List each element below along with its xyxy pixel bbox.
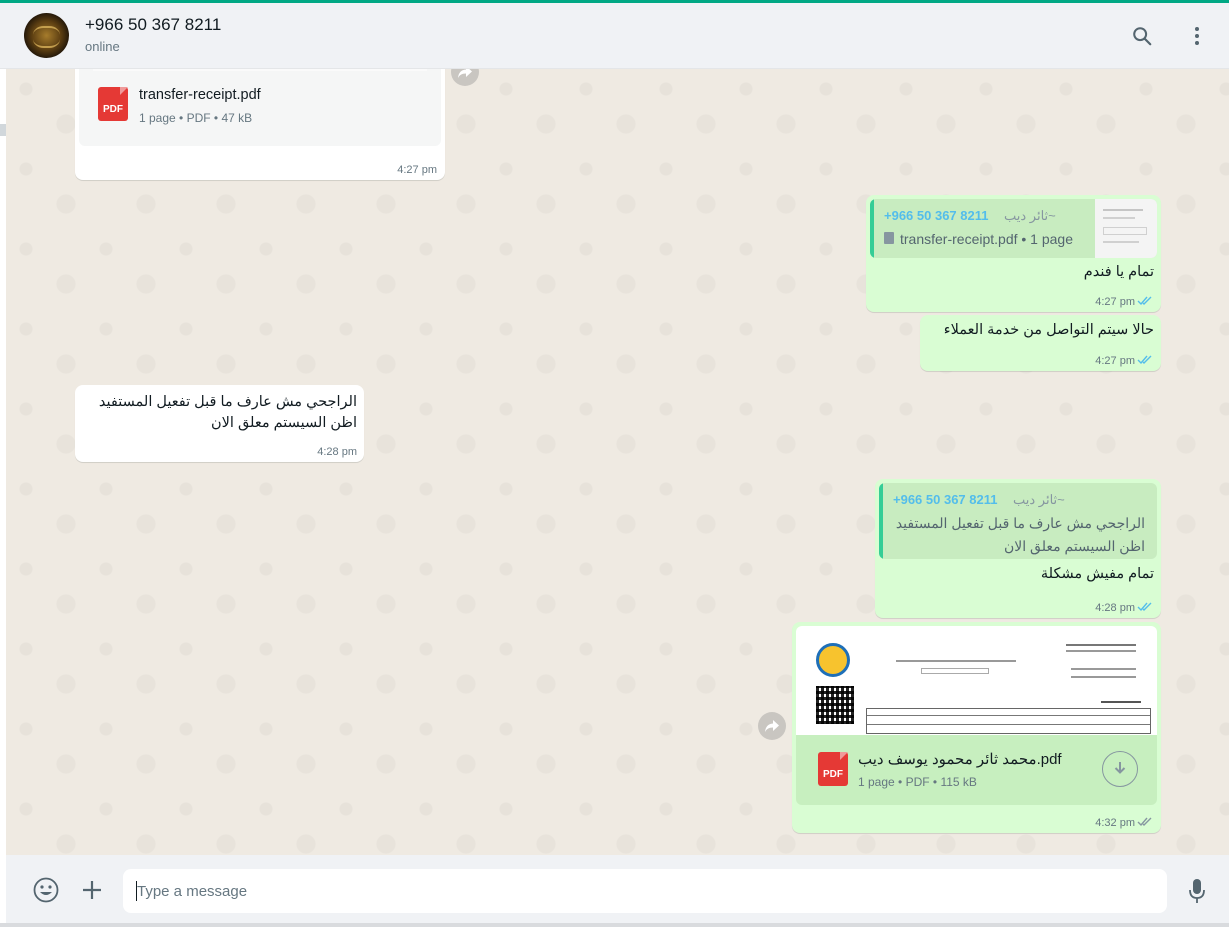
message-text: حالا سيتم التواصل من خدمة العملاء [943, 322, 1154, 338]
file-name: محمد ثائر محمود يوسف ديب.pdf [858, 751, 1062, 768]
file-size: 47 kB [221, 111, 253, 125]
quote-file: transfer-receipt.pdf • 1 page [900, 231, 1073, 247]
quoted-message[interactable]: +966 50 367 8211 ~ثائر ديب الراجحي مش عا… [879, 483, 1157, 559]
chat-area[interactable]: PDF transfer-receipt.pdf 1 page • PDF • … [6, 69, 1229, 855]
file-card[interactable]: PDF محمد ثائر محمود يوسف ديب.pdf 1 page … [796, 735, 1157, 805]
chat-header[interactable]: +966 50 367 8211 online [0, 3, 1229, 69]
download-icon[interactable] [1102, 751, 1138, 787]
plus-icon[interactable] [80, 878, 104, 902]
quote-thumbnail [1095, 199, 1157, 258]
qr-code [816, 686, 854, 724]
file-type: PDF [186, 111, 211, 125]
quote-bar [870, 199, 874, 258]
message-outgoing-text[interactable]: حالا سيتم التواصل من خدمة العملاء 4:27 p… [920, 315, 1161, 371]
avatar[interactable] [24, 13, 69, 58]
search-icon[interactable] [1129, 23, 1155, 49]
quote-text-line-2: اظن السيستم معلق الان [1004, 538, 1145, 554]
message-outgoing-reply[interactable]: +966 50 367 8211 ~ثائر ديب الراجحي مش عا… [875, 479, 1161, 618]
quote-name: ~ثائر ديب [1004, 208, 1056, 223]
contact-name[interactable]: +966 50 367 8211 [85, 15, 221, 35]
message-text-line-2: اظن السيستم معلق الان [210, 415, 357, 431]
read-ticks-icon [1137, 355, 1152, 365]
message-text-line-1: الراجحي مش عارف ما قبل تفعيل المستفيد [98, 394, 357, 410]
pdf-icon: PDF [818, 752, 848, 786]
emoji-icon[interactable] [32, 876, 60, 904]
message-text: تمام يا فندم [1083, 264, 1154, 280]
quote-phone: +966 50 367 8211 [893, 492, 998, 507]
quoted-message[interactable]: +966 50 367 8211 ~ثائر ديب transfer-rece… [870, 199, 1157, 258]
message-time: 4:32 pm [1095, 817, 1135, 829]
message-time: 4:27 pm [397, 164, 437, 176]
file-card[interactable]: PDF transfer-receipt.pdf 1 page • PDF • … [79, 69, 441, 146]
read-ticks-icon [1137, 296, 1152, 306]
message-time: 4:27 pm [1095, 355, 1135, 367]
read-ticks-icon [1137, 602, 1152, 612]
message-text: تمام مفيش مشكلة [1040, 566, 1154, 582]
text-caret [136, 881, 137, 901]
quote-text-line-1: الراجحي مش عارف ما قبل تفعيل المستفيد [895, 515, 1145, 531]
file-size: 115 kB [940, 775, 977, 789]
document-icon [884, 232, 894, 244]
kebab-menu-icon[interactable] [1184, 23, 1210, 49]
pdf-icon: PDF [98, 87, 128, 121]
message-input[interactable] [123, 869, 1167, 913]
message-time: 4:28 pm [317, 446, 357, 458]
quote-phone: +966 50 367 8211 [884, 208, 989, 223]
file-meta: 1 page • PDF • 47 kB [139, 111, 253, 125]
window-bottom-edge [0, 923, 1229, 927]
forward-icon[interactable] [758, 712, 786, 740]
message-time: 4:28 pm [1095, 602, 1135, 614]
file-type: PDF [905, 775, 930, 789]
message-time: 4:27 pm [1095, 296, 1135, 308]
file-meta: 1 page • PDF • 115 kB [858, 775, 977, 789]
logo-icon [816, 643, 850, 677]
message-outgoing-file[interactable]: PDF محمد ثائر محمود يوسف ديب.pdf 1 page … [792, 622, 1161, 833]
message-incoming-file[interactable]: PDF transfer-receipt.pdf 1 page • PDF • … [75, 69, 445, 180]
contact-status: online [85, 39, 120, 54]
file-pages: 1 page [858, 775, 895, 789]
file-name: transfer-receipt.pdf [139, 87, 261, 103]
message-outgoing-reply[interactable]: +966 50 367 8211 ~ثائر ديب transfer-rece… [866, 195, 1161, 312]
delivered-ticks-icon [1137, 817, 1152, 827]
quote-bar [879, 483, 883, 559]
pdf-preview[interactable] [796, 626, 1157, 735]
message-incoming-text[interactable]: الراجحي مش عارف ما قبل تفعيل المستفيد اظ… [75, 385, 364, 462]
file-pages: 1 page [139, 111, 176, 125]
microphone-icon[interactable] [1185, 877, 1209, 905]
quote-name: ~ثائر ديب [1013, 492, 1065, 507]
